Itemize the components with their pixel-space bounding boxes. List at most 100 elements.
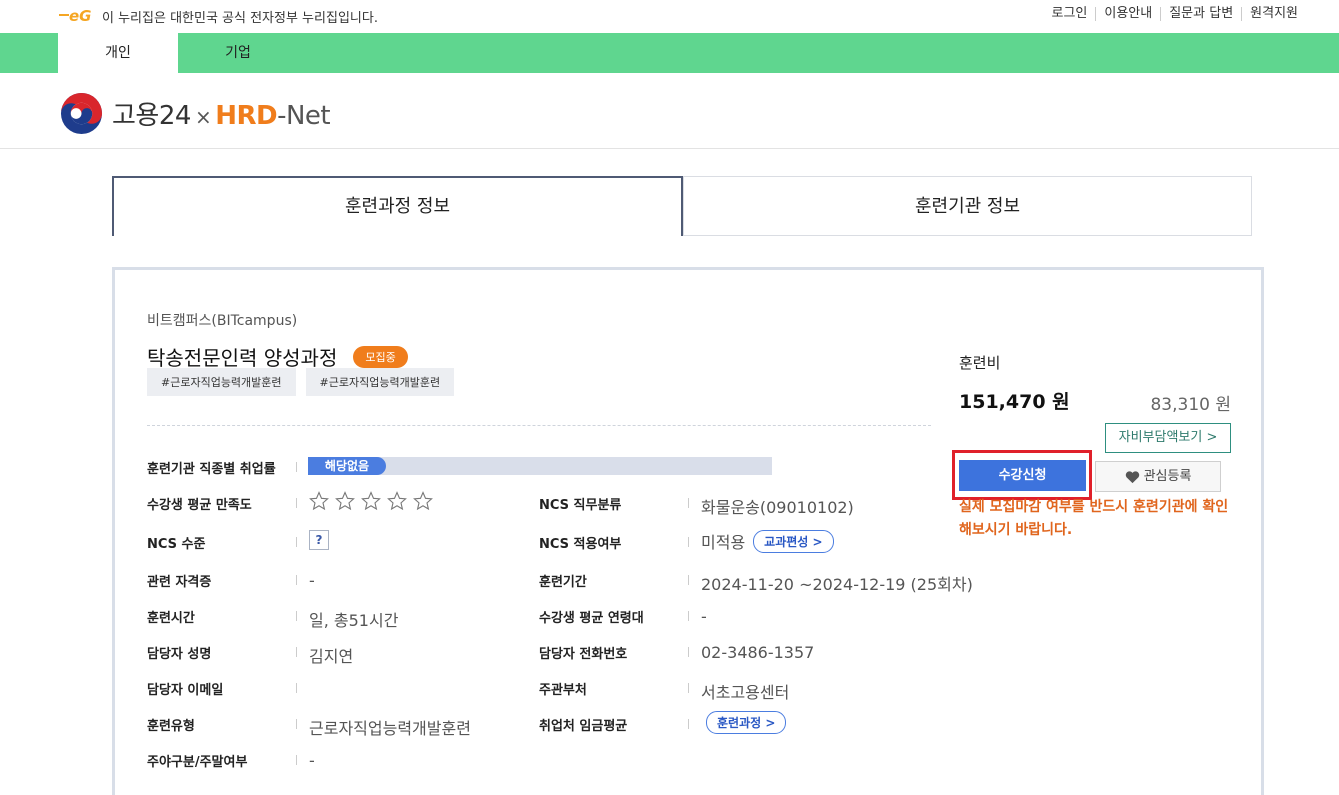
self-pay-fee: 83,310 원 — [1150, 395, 1231, 415]
login-link[interactable]: 로그인 — [1043, 7, 1095, 21]
ncs-applied-value: 미적용 교과편성 > — [701, 529, 834, 553]
star-empty-icon — [335, 491, 355, 511]
hashtag[interactable]: #근로자직업능력개발훈련 — [147, 368, 296, 396]
separator — [296, 611, 297, 621]
separator — [296, 575, 297, 585]
separator — [296, 537, 297, 547]
employment-rate-row: 훈련기관 직종별 취업률 — [147, 458, 276, 477]
favorite-button[interactable]: 관심등록 — [1095, 461, 1221, 492]
brand-net: -Net — [277, 101, 331, 131]
utility-links: 로그인 이용안내 질문과 답변 원격지원 — [1043, 7, 1306, 21]
egov-logo-icon: eG — [59, 7, 92, 24]
deadline-notice: 실제 모집마감 여부를 반드시 훈련기관에 확인해보시기 바랍니다. — [959, 499, 1229, 538]
manager-name-value: 김지연 — [309, 647, 354, 666]
remote-support-link[interactable]: 원격지원 — [1241, 7, 1306, 21]
ncs-applied-row: NCS 적용여부 — [539, 533, 621, 552]
day-night-value: - — [309, 751, 315, 770]
ncs-applied-label: NCS 적용여부 — [539, 537, 622, 552]
manager-name-row: 담당자 성명 — [147, 643, 211, 662]
star-empty-icon — [413, 491, 433, 511]
satisfaction-stars — [309, 491, 433, 511]
help-question-icon[interactable]: ? — [309, 530, 329, 550]
avg-age-row: 수강생 평균 연령대 — [539, 607, 644, 626]
avg-wage-label: 취업처 임금평균 — [539, 719, 628, 734]
view-copay-button[interactable]: 자비부담액보기 > — [1105, 423, 1231, 453]
curriculum-button[interactable]: 교과편성 > — [753, 529, 834, 553]
separator — [688, 611, 689, 621]
hours-row: 훈련시간 — [147, 607, 195, 626]
site-brand[interactable]: 고용24 × HRD-Net — [112, 95, 331, 132]
taegeuk-logo-icon[interactable] — [60, 92, 103, 135]
user-type-bar: 개인 기업 — [0, 33, 1339, 73]
separator — [688, 575, 689, 585]
manager-phone-row: 담당자 전화번호 — [539, 643, 627, 662]
avg-age-value: - — [701, 607, 707, 626]
course-wage-button[interactable]: 훈련과정 > — [706, 711, 787, 734]
day-night-row: 주야구분/주말여부 — [147, 751, 247, 770]
separator — [296, 719, 297, 729]
avg-wage-value: 훈련과정 > — [698, 711, 787, 734]
brand-goyong24: 고용24 — [112, 101, 191, 131]
tab-business[interactable]: 기업 — [178, 33, 298, 73]
ncs-applied-text: 미적용 — [701, 533, 746, 552]
satisfaction-row: 수강생 평균 만족도 — [147, 494, 252, 513]
tab-institution-info[interactable]: 훈련기관 정보 — [683, 176, 1252, 236]
tab-course-info[interactable]: 훈련과정 정보 — [112, 176, 683, 236]
brand-times: × — [194, 105, 212, 129]
certificate-label: 관련 자격증 — [147, 575, 212, 590]
svg-text:eG: eG — [69, 7, 92, 24]
avg-age-label: 수강생 평균 연령대 — [539, 611, 644, 626]
manager-name-label: 담당자 성명 — [147, 647, 212, 662]
period-value: 2024-11-20 ~2024-12-19 (25회차) — [701, 575, 973, 594]
separator — [688, 537, 689, 547]
training-type-row: 훈련유형 — [147, 715, 195, 734]
certificate-value: - — [309, 571, 315, 590]
certificate-row: 관련 자격증 — [147, 571, 211, 590]
guide-link[interactable]: 이용안내 — [1095, 7, 1160, 21]
separator — [296, 498, 297, 508]
separator — [296, 647, 297, 657]
star-empty-icon — [387, 491, 407, 511]
qna-link[interactable]: 질문과 답변 — [1160, 7, 1241, 21]
manager-email-label: 담당자 이메일 — [147, 683, 224, 698]
department-value: 서초고용센터 — [701, 683, 790, 702]
department-row: 주관부처 — [539, 679, 587, 698]
manager-email-row: 담당자 이메일 — [147, 679, 223, 698]
brand-hrd: HRD — [215, 101, 278, 131]
hashtag[interactable]: #근로자직업능력개발훈련 — [305, 368, 455, 396]
separator — [296, 683, 297, 693]
ncs-category-value: 화물운송(09010102) — [701, 498, 854, 517]
heart-icon — [1125, 470, 1139, 483]
manager-phone-value: 02-3486-1357 — [701, 643, 815, 662]
course-title: 탁송전문인력 양성과정 모집중 — [147, 342, 408, 371]
separator — [296, 462, 297, 472]
satisfaction-label: 수강생 평균 만족도 — [147, 498, 252, 513]
ncs-category-label: NCS 직무분류 — [539, 498, 622, 513]
status-badge: 모집중 — [353, 345, 408, 368]
separator — [688, 498, 689, 508]
period-row: 훈련기간 — [539, 571, 587, 590]
avg-wage-row: 취업처 임금평균 — [539, 715, 627, 734]
gov-notice: 이 누리집은 대한민국 공식 전자정부 누리집입니다. — [102, 11, 378, 26]
separator — [296, 755, 297, 765]
hours-value: 일, 총51시간 — [309, 611, 399, 630]
apply-button[interactable]: 수강신청 — [959, 460, 1086, 491]
ncs-level-label: NCS 수준 — [147, 537, 206, 552]
course-title-text: 탁송전문인력 양성과정 — [147, 346, 338, 370]
hours-label: 훈련시간 — [147, 611, 195, 626]
manager-phone-label: 담당자 전화번호 — [539, 647, 628, 662]
employment-rate-bar: 해당없음 — [308, 457, 772, 475]
tab-individual[interactable]: 개인 — [58, 33, 178, 73]
ncs-level-value: ? — [309, 530, 329, 550]
employment-rate-label: 훈련기관 직종별 취업률 — [147, 462, 276, 477]
ncs-level-row: NCS 수준 — [147, 533, 205, 552]
ncs-category-row: NCS 직무분류 — [539, 494, 621, 513]
period-label: 훈련기간 — [539, 575, 587, 590]
dashed-divider — [147, 425, 931, 426]
department-label: 주관부처 — [539, 683, 587, 698]
apply-highlight-box: 수강신청 — [952, 450, 1092, 500]
separator — [688, 683, 689, 693]
total-fee: 151,470 원 — [959, 391, 1070, 413]
day-night-label: 주야구분/주말여부 — [147, 755, 248, 770]
logo-header: 고용24 × HRD-Net — [0, 73, 1339, 149]
